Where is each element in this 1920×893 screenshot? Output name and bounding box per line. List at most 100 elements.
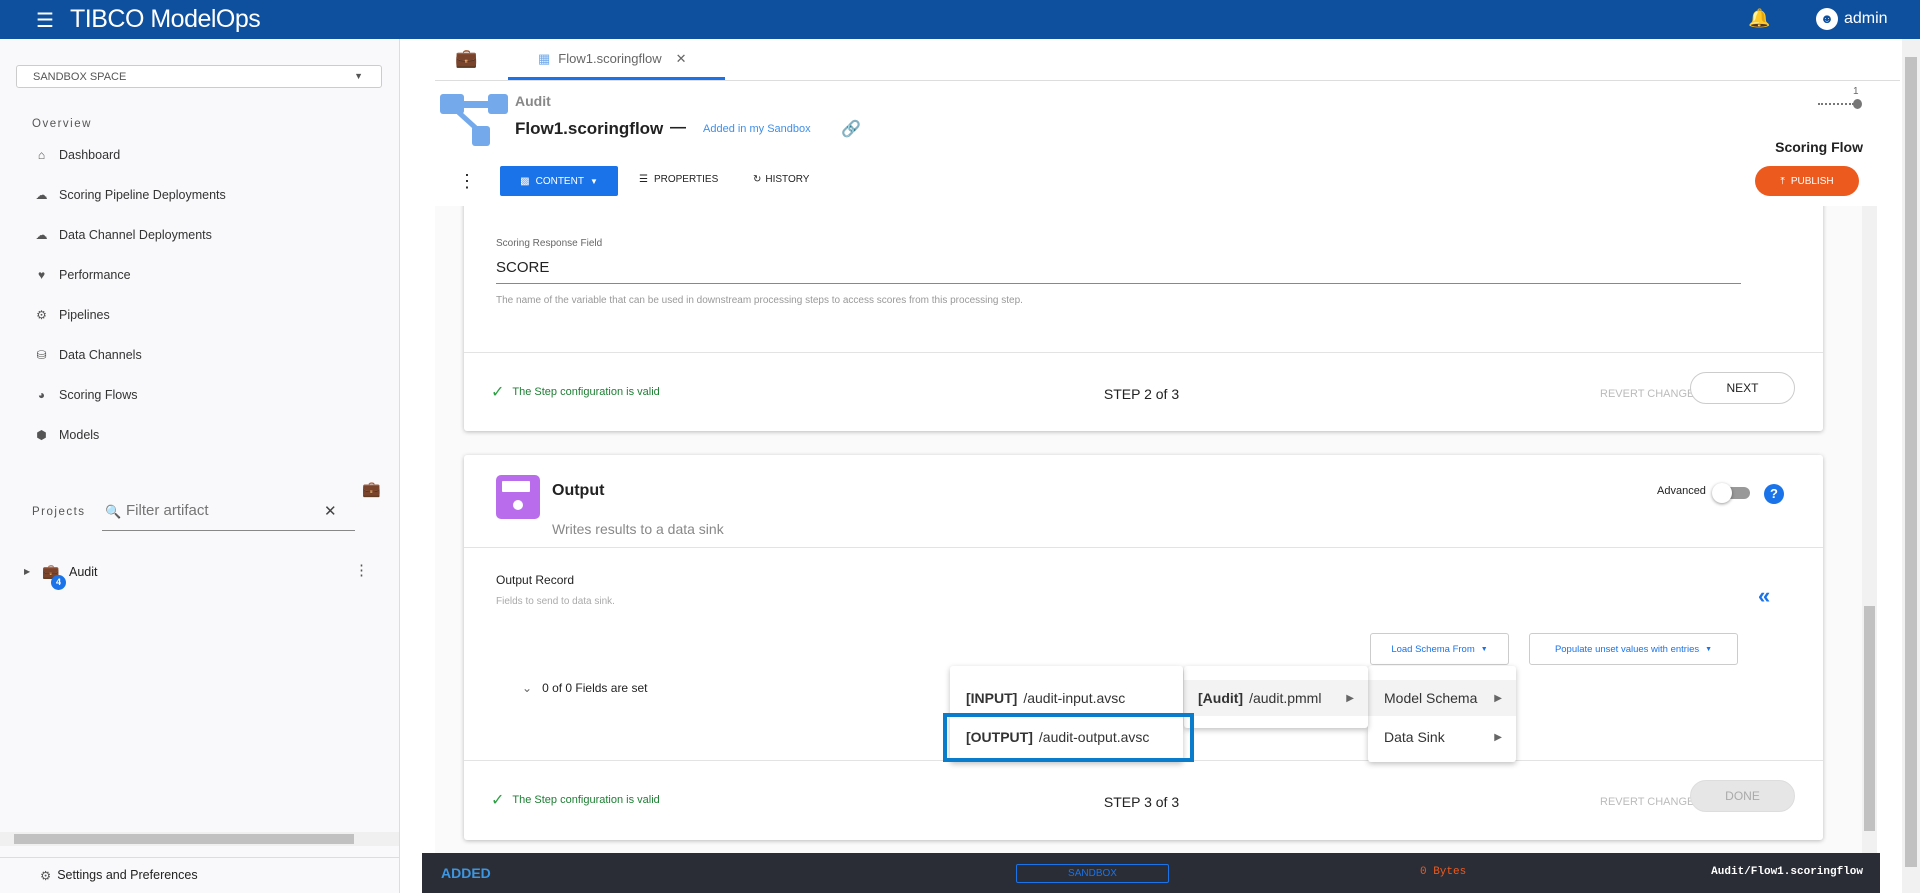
sidebar-horizontal-scrollbar[interactable] [0,832,399,846]
project-tree-item[interactable]: ▶ 💼 4 Audit ⋮ [24,561,374,590]
settings-link[interactable]: ⚙ Settings and Preferences [40,868,198,883]
step-3-card: Output Writes results to a data sink Adv… [464,455,1823,840]
content-label: CONTENT [535,175,584,187]
filter-artifact-field[interactable]: 🔍 ✕ [102,498,355,531]
validation-status: ✓ The Step configuration is valid [491,790,660,810]
version-number: 1 [1853,86,1859,97]
fields-set-expander[interactable]: ⌄ 0 of 0 Fields are set [522,681,647,695]
menu-item-audit-pmml[interactable]: [Audit] /audit.pmml ▶ [1184,680,1368,716]
done-button[interactable]: DONE [1690,780,1795,812]
publish-icon: ⤒ [1780,175,1785,187]
scrollbar-thumb[interactable] [1864,606,1875,831]
model-tag: [Audit] [1198,690,1244,706]
more-vertical-icon[interactable]: ⋮ [354,561,369,579]
database-icon: ⛁ [36,348,47,362]
expand-icon[interactable]: ▶ [24,567,30,576]
bell-icon[interactable]: 🔔 [1748,8,1770,29]
scrollbar-thumb[interactable] [14,834,354,844]
new-project-icon[interactable]: 💼 [362,480,381,498]
pipeline-icon: ⚙ [36,308,47,322]
nav-scoring-pipeline-deployments[interactable]: ☁ Scoring Pipeline Deployments [34,188,226,202]
nav-data-channel-deployments[interactable]: ☁ Data Channel Deployments [34,228,212,242]
settings-label: Settings and Preferences [57,868,198,882]
gear-icon: ⚙ [40,869,52,883]
nav-label: Performance [59,268,131,282]
output-record-label: Output Record [496,573,575,587]
nav-data-channels[interactable]: ⛁ Data Channels [34,348,142,362]
content-button[interactable]: ▩ CONTENT ▼ [500,166,618,196]
sliders-icon: ☰ [639,174,648,185]
menu-item-data-sink[interactable]: Data Sink ▶ [1368,719,1516,755]
artifact-state: ADDED [441,865,491,881]
status-link[interactable]: Added in my Sandbox [703,123,811,135]
cube-icon: ⬢ [36,428,47,442]
highlight-box [943,713,1194,762]
menu-item-input-schema[interactable]: [INPUT] /audit-input.avsc [950,680,1183,716]
nav-label: Scoring Flows [59,388,138,402]
revert-changes-button[interactable]: REVERT CHANGES [1600,796,1702,808]
page-vertical-scrollbar[interactable] [1902,39,1920,893]
content-vertical-scrollbar[interactable] [1862,206,1877,853]
model-path: /audit.pmml [1249,690,1322,706]
nav-label: Dashboard [59,148,121,162]
tab-bar: 💼 ▦ Flow1.scoringflow ✕ [435,40,1900,81]
scoring-flow-icon: ▦ [538,50,551,66]
collapse-double-chevron-icon[interactable]: « [1758,583,1770,609]
populate-label: Populate unset values with entries [1554,643,1700,655]
submenu-arrow-icon: ▶ [1494,731,1502,743]
menu-icon[interactable]: ☰ [36,8,54,33]
scoring-response-field-label: Scoring Response Field [496,238,603,249]
save-disk-icon [496,475,540,519]
step-indicator: STEP 3 of 3 [1103,794,1180,810]
properties-button[interactable]: ☰ PROPERTIES [639,174,718,185]
publish-button[interactable]: ⤒ PUBLISH [1755,166,1859,196]
history-button[interactable]: ↻ HISTORY [753,174,809,185]
model-menu: [Audit] /audit.pmml ▶ [1184,666,1368,728]
link-icon[interactable]: 🔗 [841,119,861,139]
scrollbar-thumb[interactable] [1905,57,1917,867]
filter-artifact-input[interactable] [126,502,316,519]
user-name[interactable]: admin [1844,10,1888,28]
menu-item-model-schema[interactable]: Model Schema ▶ [1368,680,1516,716]
caret-down-icon: ▼ [589,176,598,186]
scoring-response-field[interactable]: SCORE [496,253,1741,284]
revert-changes-button[interactable]: REVERT CHANGES [1600,388,1702,400]
caret-down-icon: ▼ [1705,645,1713,653]
step-description: Writes results to a data sink [552,521,724,537]
space-select[interactable]: SANDBOX SPACE ▼ [16,65,382,88]
nav-label: Data Channels [59,348,142,362]
advanced-toggle[interactable] [1712,483,1750,503]
version-dot[interactable] [1853,99,1862,109]
output-record-help: Fields to send to data sink. [496,596,615,607]
user-avatar-icon[interactable]: ☻ [1816,8,1838,30]
version-track [1818,103,1854,105]
file-path: /audit-input.avsc [1023,690,1126,706]
nav-scoring-flows[interactable]: ◕ Scoring Flows [34,388,138,402]
top-bar: ☰ TIBCO ModelOps 🔔 ☻ admin [0,0,1920,39]
nav-label: Scoring Pipeline Deployments [59,188,226,202]
schema-source-menu: Model Schema ▶ Data Sink ▶ [1368,666,1516,762]
divider [464,547,1823,548]
validation-text: The Step configuration is valid [512,386,660,398]
nav-pipelines[interactable]: ⚙ Pipelines [34,308,110,322]
nav-models[interactable]: ⬢ Models [34,428,99,442]
menu-item-label: Data Sink [1384,729,1445,745]
load-schema-from-button[interactable]: Load Schema From ▼ [1370,633,1509,665]
help-icon[interactable]: ? [1764,484,1784,504]
nav-performance[interactable]: ♥ Performance [34,268,131,282]
nav-dashboard[interactable]: ⌂ Dashboard [34,148,120,162]
tab-flow1-scoringflow[interactable]: ▦ Flow1.scoringflow ✕ [508,40,725,80]
next-button[interactable]: NEXT [1690,372,1795,404]
more-actions-icon[interactable]: ⋮ [458,171,476,192]
cloud-upload-icon: ☁ [35,228,48,242]
step-2-card: Scoring Response Field SCORE The name of… [464,206,1823,431]
tab-project-briefcase-icon[interactable]: 💼 [455,48,477,69]
load-schema-label: Load Schema From [1391,643,1475,655]
populate-unset-values-button[interactable]: Populate unset values with entries ▼ [1529,633,1738,665]
scoring-flow-large-icon [440,94,508,146]
publish-label: PUBLISH [1790,175,1834,187]
close-tab-icon[interactable]: ✕ [676,51,687,67]
clear-icon[interactable]: ✕ [324,502,337,520]
history-icon: ↻ [753,174,762,185]
divider [0,857,399,858]
